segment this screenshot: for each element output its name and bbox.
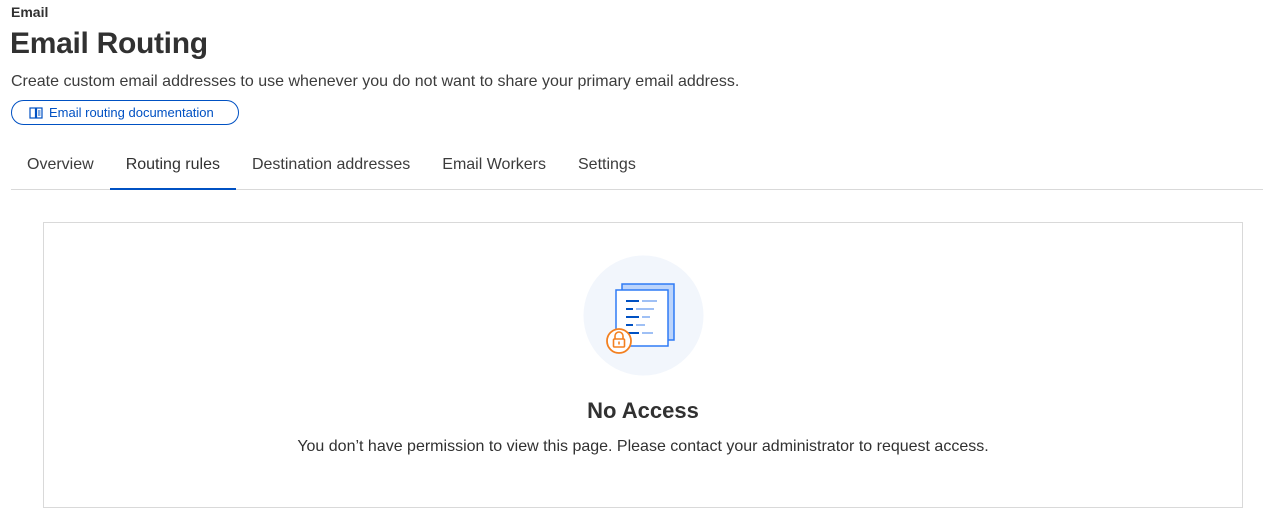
breadcrumb[interactable]: Email [11, 4, 48, 20]
tab-settings[interactable]: Settings [562, 148, 652, 189]
no-access-title: No Access [587, 398, 699, 423]
documentation-link-label: Email routing documentation [49, 105, 214, 120]
tab-routing-rules[interactable]: Routing rules [109, 148, 237, 190]
email-routing-page: Email Email Routing Create custom email … [0, 0, 1263, 526]
page-title: Email Routing [10, 27, 208, 60]
tab-bar: Overview Routing rules Destination addre… [11, 148, 1263, 190]
page-description: Create custom email addresses to use whe… [11, 73, 740, 90]
tab-destination-addresses[interactable]: Destination addresses [236, 148, 426, 189]
tab-email-workers[interactable]: Email Workers [426, 148, 562, 189]
locked-document-icon [583, 255, 704, 376]
no-access-message: You don’t have permission to view this p… [297, 438, 989, 455]
tab-overview[interactable]: Overview [11, 148, 110, 189]
documentation-link[interactable]: Email routing documentation [11, 100, 239, 125]
book-icon [29, 106, 43, 119]
no-access-panel: No Access You don’t have permission to v… [43, 222, 1243, 508]
